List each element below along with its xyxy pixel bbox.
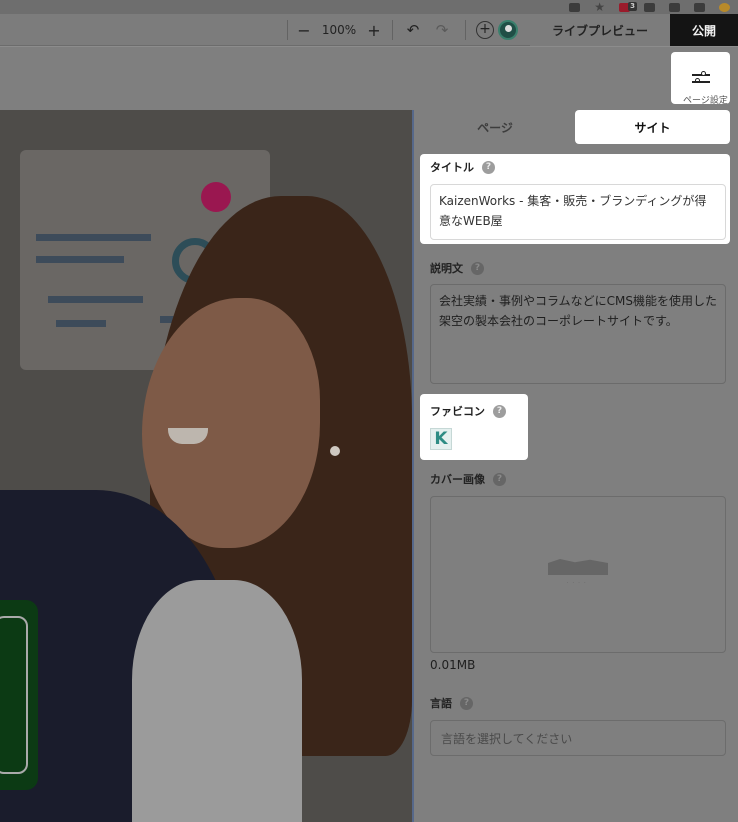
- add-collaborator-button[interactable]: +: [476, 14, 494, 46]
- pink-dot: [201, 182, 231, 212]
- help-icon[interactable]: ?: [493, 404, 506, 418]
- undo-button[interactable]: ↶: [403, 14, 423, 46]
- tab-site[interactable]: サイト: [575, 110, 730, 144]
- extension-badge: 3: [628, 1, 637, 11]
- background-shape: [36, 256, 124, 263]
- photo-shirt: [132, 580, 302, 822]
- image-placeholder-mark: ᐧᐧᐧᐧ: [566, 579, 590, 587]
- browser-chrome-strip: ★ 3: [0, 0, 738, 14]
- description-label-text: 説明文: [430, 262, 463, 275]
- language-select[interactable]: 言語を選択してください: [430, 720, 726, 756]
- extension-icon[interactable]: [644, 2, 655, 12]
- green-card-element[interactable]: [0, 600, 38, 790]
- help-icon[interactable]: ?: [493, 472, 506, 486]
- editor-subbar: [0, 47, 738, 110]
- zoom-out-button[interactable]: −: [296, 14, 312, 46]
- toolbar-divider: [287, 20, 288, 40]
- sliders-icon: [691, 70, 710, 86]
- description-textarea[interactable]: 会社実績・事例やコラムなどにCMS機能を使用した架空の製本会社のコーポレートサイ…: [430, 284, 726, 384]
- tab-page[interactable]: ページ: [414, 110, 576, 144]
- user-avatar[interactable]: [497, 14, 519, 46]
- help-icon[interactable]: ?: [482, 160, 495, 174]
- publish-button[interactable]: 公開: [670, 14, 738, 46]
- background-shape: [56, 320, 106, 327]
- cover-image-label-text: カバー画像: [430, 473, 485, 486]
- redo-button[interactable]: ↷: [432, 14, 452, 46]
- profile-avatar-icon[interactable]: [719, 2, 730, 12]
- title-input[interactable]: KaizenWorks - 集客・販売・ブランディングが得意なWEB屋: [430, 184, 726, 240]
- description-label: 説明文 ?: [430, 260, 484, 276]
- photo-earring: [330, 446, 340, 456]
- language-label-text: 言語: [430, 697, 452, 710]
- avatar-icon: [498, 20, 518, 40]
- browser-extension-icons: ★ 3: [569, 0, 730, 14]
- help-icon[interactable]: ?: [460, 696, 473, 710]
- bookmark-star-icon[interactable]: ★: [594, 1, 605, 13]
- cover-image-label: カバー画像 ?: [430, 471, 506, 487]
- zoom-level[interactable]: 100%: [319, 14, 359, 46]
- image-placeholder-icon: [548, 559, 608, 575]
- extension-icon[interactable]: [669, 2, 680, 12]
- favicon-image[interactable]: K: [430, 428, 452, 450]
- favicon-label-text: ファビコン: [430, 405, 485, 418]
- page-settings-button[interactable]: ページ設定: [671, 52, 730, 106]
- title-label-text: タイトル: [430, 161, 474, 174]
- background-shape: [36, 234, 151, 241]
- background-shape: [48, 296, 143, 303]
- screenshot-icon[interactable]: [569, 2, 581, 12]
- help-icon[interactable]: ?: [471, 261, 484, 275]
- site-settings-panel: ページ サイト タイトル ? KaizenWorks - 集客・販売・ブランディ…: [414, 110, 738, 822]
- plus-circle-icon: +: [476, 21, 494, 39]
- cover-file-size: 0.01MB: [430, 658, 476, 672]
- page-settings-label: ページ設定: [683, 96, 728, 106]
- toolbar-divider: [465, 20, 466, 40]
- zoom-in-button[interactable]: +: [366, 14, 382, 46]
- cover-image-dropzone[interactable]: ᐧᐧᐧᐧ: [430, 496, 726, 653]
- live-preview-button[interactable]: ライブプレビュー: [530, 14, 670, 46]
- extension-icon[interactable]: 3: [619, 1, 637, 12]
- toolbar-divider: [392, 20, 393, 40]
- language-label: 言語 ?: [430, 695, 473, 711]
- extension-icon[interactable]: [694, 2, 705, 12]
- editor-canvas[interactable]: [0, 110, 412, 822]
- favicon-label: ファビコン ?: [430, 403, 506, 419]
- title-label: タイトル ?: [430, 159, 495, 175]
- editor-toolbar: − 100% + ↶ ↷ + ライブプレビュー 公開: [0, 14, 738, 46]
